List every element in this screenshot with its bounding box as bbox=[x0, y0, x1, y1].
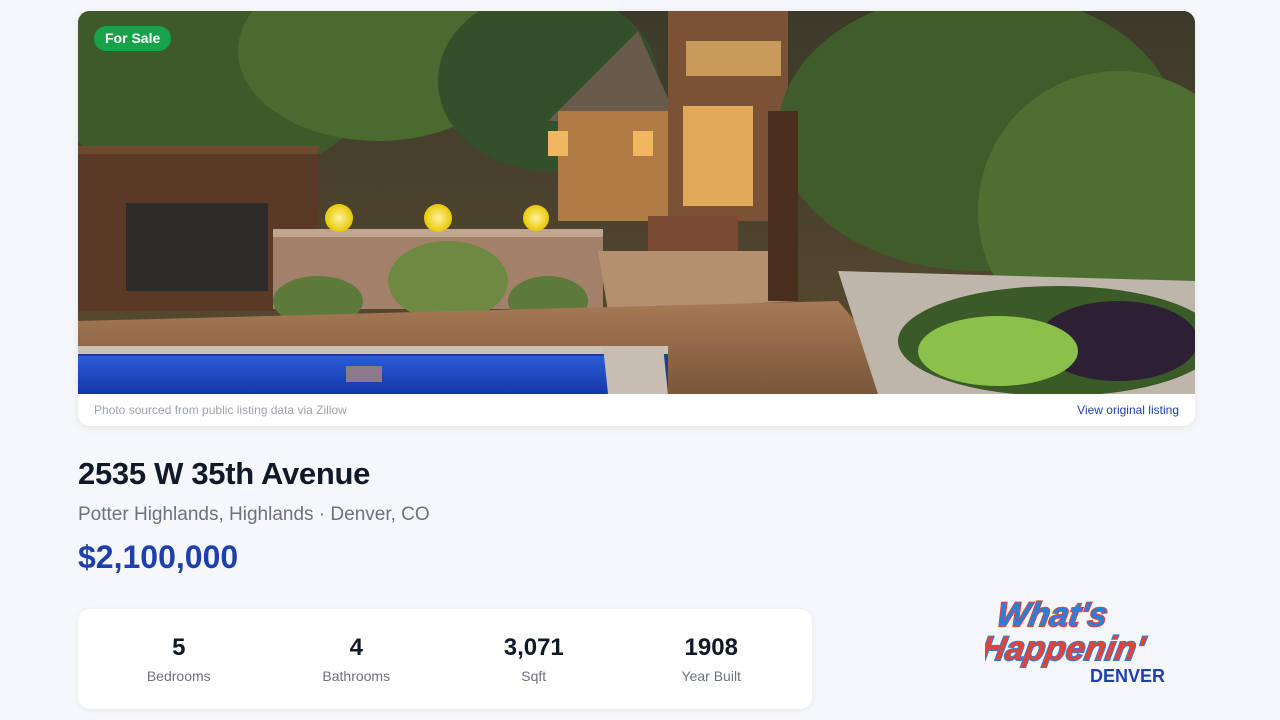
logo-wordmark: What's Happenin' DENVER bbox=[977, 595, 1165, 686]
house-photo-illustration bbox=[78, 11, 1195, 394]
whats-happenin-denver-logo: What's Happenin' DENVER bbox=[977, 594, 1195, 690]
stat-sqft: 3,071 Sqft bbox=[454, 634, 614, 684]
stat-value: 4 bbox=[349, 634, 363, 661]
stat-label: Year Built bbox=[681, 668, 741, 684]
listing-price: $2,100,000 bbox=[78, 539, 239, 575]
stat-label: Bedrooms bbox=[146, 668, 211, 684]
listing-address: 2535 W 35th Avenue bbox=[78, 456, 371, 491]
listing-location: Potter Highlands, Highlands · Denver, CO bbox=[78, 504, 430, 525]
view-original-listing-link[interactable]: View original listing bbox=[1077, 403, 1179, 417]
stat-year-built: 1908 Year Built bbox=[631, 634, 791, 684]
stat-value: 3,071 bbox=[503, 634, 564, 661]
stat-bathrooms: 4 Bathrooms bbox=[276, 634, 436, 684]
listing-photo-card: For Sale Photo sourced from public listi… bbox=[78, 11, 1195, 426]
listing-stats-card: 5 Bedrooms 4 Bathrooms 3,071 Sqft 1908 Y… bbox=[78, 609, 812, 709]
stat-value: 5 bbox=[172, 634, 186, 661]
stat-value: 1908 bbox=[684, 634, 738, 661]
photo-source-text: Photo sourced from public listing data v… bbox=[94, 403, 347, 417]
photo-caption-bar: Photo sourced from public listing data v… bbox=[78, 394, 1195, 426]
stat-label: Sqft bbox=[521, 668, 547, 684]
logo-line1: What's bbox=[994, 596, 1111, 634]
for-sale-badge: For Sale bbox=[94, 26, 172, 51]
stat-label: Bathrooms bbox=[322, 668, 391, 684]
stat-bedrooms: 5 Bedrooms bbox=[99, 634, 259, 684]
logo-line3: DENVER bbox=[1090, 666, 1165, 686]
logo-line2: Happenin' bbox=[985, 630, 1149, 668]
listing-photo[interactable]: For Sale bbox=[78, 11, 1195, 394]
